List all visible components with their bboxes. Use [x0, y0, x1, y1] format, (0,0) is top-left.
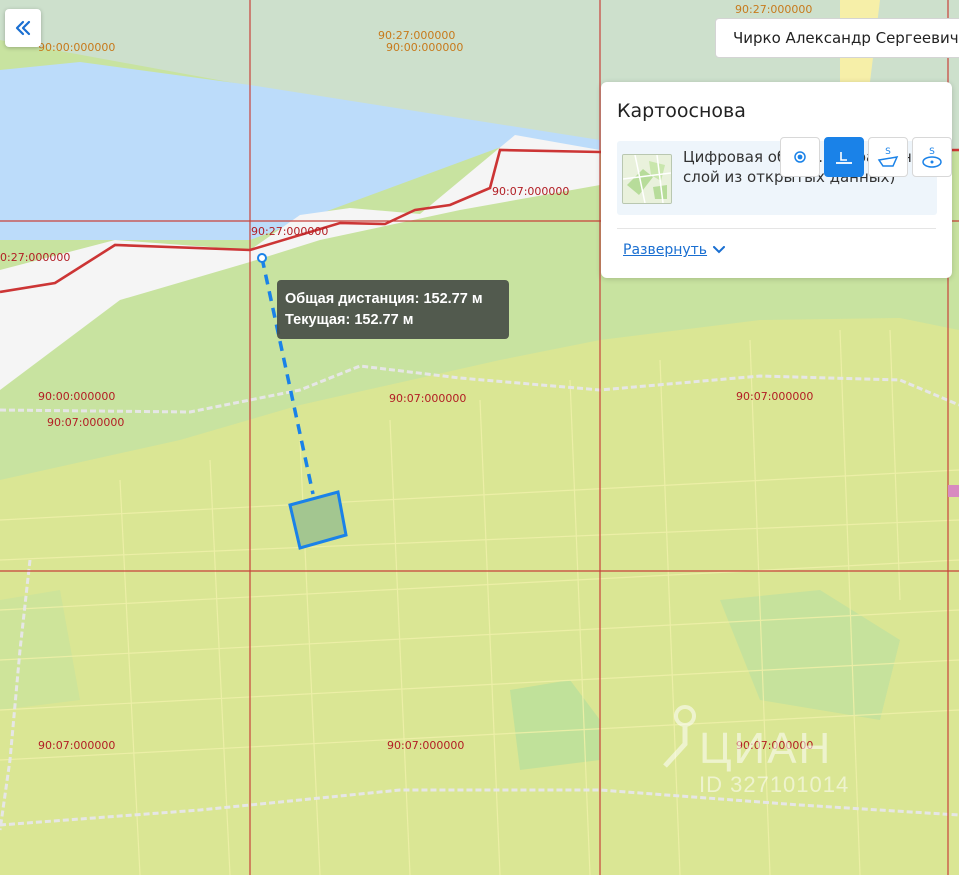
grid-label: 90:27:000000 — [735, 3, 813, 16]
grid-label: 90:07:000000 — [389, 392, 467, 405]
ruler-tool-button[interactable] — [824, 137, 864, 177]
measure-toolbar: S S — [780, 137, 952, 177]
panel-divider — [617, 228, 936, 229]
owner-name: Чирко Александр Сергеевич — [733, 29, 959, 47]
svg-text:S: S — [885, 147, 891, 157]
owner-name-box[interactable]: Чирко Александр Сергеевич — [715, 18, 959, 58]
grid-label: 90:07:000000 — [47, 416, 125, 429]
ruler-icon — [836, 152, 852, 164]
expand-label: Развернуть — [623, 242, 708, 258]
grid-label: 90:00:000000 — [386, 41, 464, 54]
cian-watermark: ЦИАН ID 327101014 — [655, 700, 895, 810]
grid-label: 0:27:000000 — [0, 251, 71, 264]
point-tool-button[interactable] — [780, 137, 820, 177]
point-icon — [794, 151, 806, 163]
collapse-sidebar-button[interactable] — [5, 9, 41, 47]
chevron-down-icon — [713, 246, 726, 254]
watermark-id: ID 327101014 — [699, 772, 850, 797]
watermark-word: ЦИАН — [699, 724, 833, 773]
grid-label: 90:07:000000 — [736, 390, 814, 403]
area-circle-icon: S — [922, 147, 942, 168]
grid-label: 90:27:000000 — [251, 225, 329, 238]
basemap-panel: Картооснова Цифровая об... с... (справоч… — [601, 82, 952, 278]
grid-label: 90:07:000000 — [38, 739, 116, 752]
expand-link[interactable]: Развернуть — [623, 242, 726, 258]
area-polygon-icon: S — [877, 147, 899, 167]
double-chevron-left-icon — [15, 20, 31, 36]
pink-marker — [948, 485, 959, 497]
svg-text:S: S — [929, 147, 935, 157]
grid-label: 90:07:000000 — [492, 185, 570, 198]
total-distance: Общая дистанция: 152.77 м — [285, 291, 483, 307]
panel-title: Картооснова — [617, 100, 746, 122]
area-polygon-tool-button[interactable]: S — [868, 137, 908, 177]
layer-thumbnail — [622, 154, 672, 204]
measure-tooltip: Общая дистанция: 152.77 м Текущая: 152.7… — [277, 280, 509, 339]
grid-label: 90:07:000000 — [387, 739, 465, 752]
current-distance: Текущая: 152.77 м — [285, 312, 414, 328]
cian-logo-icon — [663, 705, 696, 768]
grid-label: 90:00:000000 — [38, 41, 116, 54]
area-circle-tool-button[interactable]: S — [912, 137, 952, 177]
grid-label: 90:00:000000 — [38, 390, 116, 403]
measure-start-point[interactable] — [257, 253, 267, 263]
